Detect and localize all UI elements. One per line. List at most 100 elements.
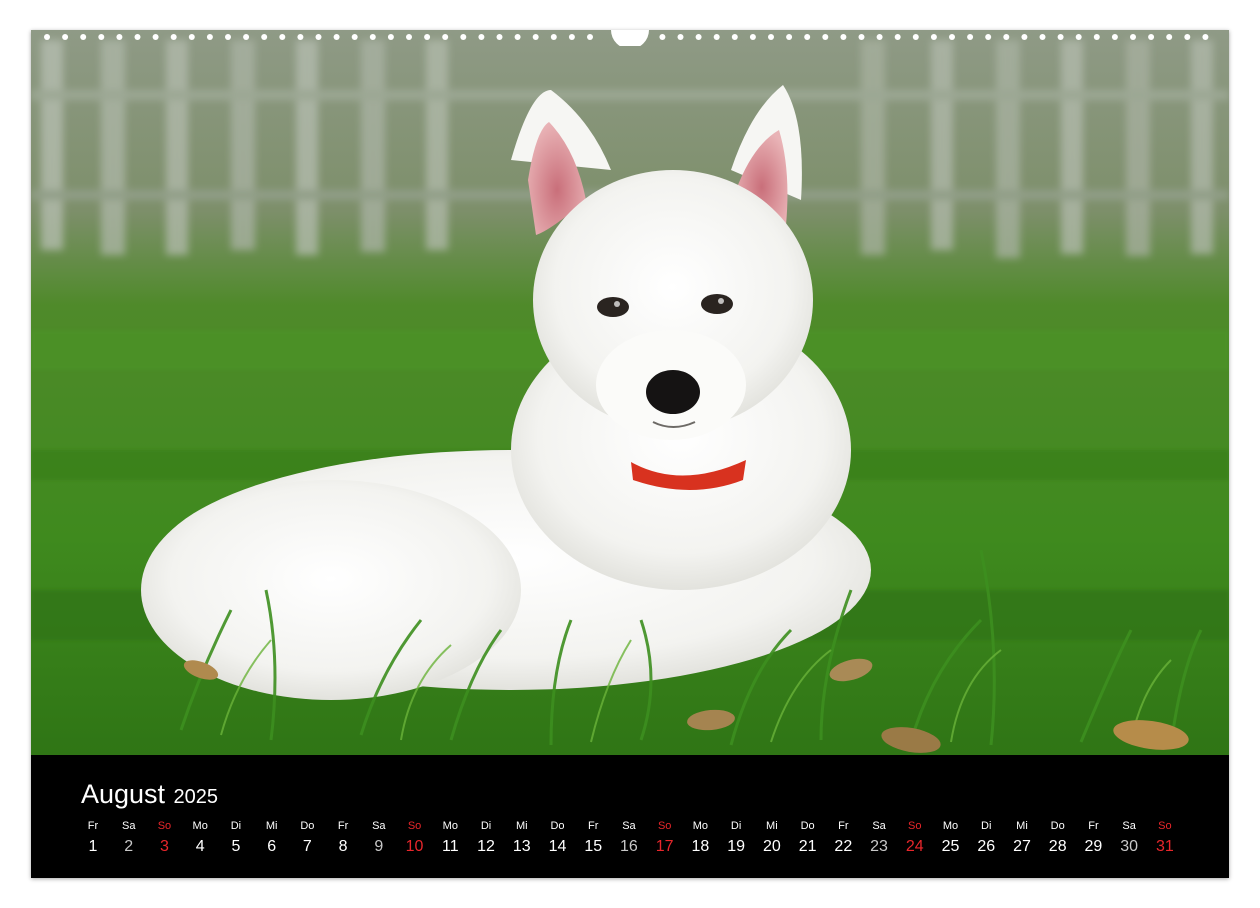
month-name: August: [81, 779, 166, 809]
day-number: 8: [338, 838, 348, 855]
day-cell: Di 19: [718, 819, 754, 857]
day-of-week: Sa: [872, 820, 886, 832]
day-number: 1: [88, 838, 98, 855]
day-number: 20: [762, 838, 781, 855]
day-number: 12: [477, 838, 495, 855]
day-cell: Mi 6: [254, 819, 290, 857]
day-cell: Do 7: [289, 819, 325, 857]
day-number: 3: [160, 838, 169, 855]
day-number: 21: [798, 838, 817, 855]
day-number: 26: [977, 838, 996, 855]
day-number: 14: [548, 838, 567, 855]
day-of-week: Mo: [192, 820, 208, 832]
day-of-week: Fr: [588, 820, 599, 832]
day-number: 5: [231, 838, 241, 855]
day-cell: Do 28: [1040, 819, 1076, 857]
day-of-week: Mo: [942, 820, 959, 832]
calendar-strip: August 2025 Fr 1 Sa 2 So 3 Mo 4 Di 5 Mi 6 Do 7 Fr 8 Sa 9 S…: [31, 755, 1229, 878]
calendar-page: August 2025 Fr 1 Sa 2 So 3 Mo 4 Di 5 Mi 6 Do 7 Fr 8 Sa 9 S…: [31, 30, 1229, 878]
day-of-week: Fr: [87, 820, 99, 832]
day-of-week: Sa: [622, 820, 636, 832]
day-number: 25: [941, 838, 960, 855]
day-of-week: So: [657, 820, 672, 832]
day-cell: Mo 4: [182, 819, 218, 857]
day-of-week: Mi: [1016, 820, 1028, 832]
puppy-illustration: [31, 30, 1229, 755]
day-of-week: Sa: [1122, 820, 1136, 832]
day-of-week: Fr: [838, 820, 849, 832]
day-number: 27: [1013, 838, 1031, 855]
day-cell: Mi 13: [504, 819, 540, 857]
day-cell: Do 14: [539, 819, 575, 857]
day-cell: Fr 22: [825, 819, 861, 857]
day-of-week: Do: [550, 820, 565, 832]
day-number: 6: [267, 838, 277, 855]
day-number: 4: [195, 838, 205, 855]
day-cell: Fr 29: [1075, 819, 1111, 857]
day-cell: Mo 25: [933, 819, 969, 857]
day-of-week: Di: [730, 820, 742, 832]
day-number: 22: [834, 838, 853, 855]
day-of-week: Fr: [1088, 820, 1099, 832]
day-number: 2: [124, 838, 134, 855]
day-cell: So 17: [647, 819, 683, 857]
day-cell: So 24: [897, 819, 933, 857]
day-number: 19: [727, 838, 746, 855]
day-of-week: So: [157, 820, 172, 832]
day-number: 7: [302, 838, 312, 855]
day-number: 9: [374, 838, 384, 855]
day-of-week: So: [1158, 820, 1172, 832]
day-cell: Sa 23: [861, 819, 897, 857]
day-cell: Sa 16: [611, 819, 647, 857]
day-number: 24: [905, 838, 924, 855]
day-cell: Mo 11: [432, 819, 468, 857]
day-number: 28: [1048, 838, 1067, 855]
day-of-week: Mi: [515, 820, 528, 832]
day-of-week: So: [908, 820, 922, 832]
day-of-week: Do: [1050, 820, 1065, 832]
day-of-week: Do: [800, 820, 815, 832]
month-year: 2025: [173, 786, 219, 808]
day-cell: Di 26: [968, 819, 1004, 857]
day-cell: Sa 30: [1111, 819, 1147, 857]
day-of-week: Mi: [265, 820, 278, 832]
day-of-week: Di: [480, 820, 492, 832]
day-number: 18: [691, 838, 710, 855]
day-cell: Di 5: [218, 819, 254, 857]
day-number: 13: [512, 838, 531, 855]
day-number: 29: [1084, 838, 1103, 855]
day-cell: Fr 15: [575, 819, 611, 857]
day-number: 23: [870, 838, 888, 855]
day-cell: So 10: [397, 819, 433, 857]
month-title: August 2025: [81, 779, 218, 810]
day-cell: Mo 18: [682, 819, 718, 857]
day-cell: Fr 1: [75, 819, 111, 857]
day-of-week: Di: [981, 820, 992, 832]
day-cell: Do 21: [790, 819, 826, 857]
day-cell: Sa 2: [111, 819, 147, 857]
day-cell: Sa 9: [361, 819, 397, 857]
day-number: 15: [584, 838, 603, 855]
day-of-week: Fr: [337, 820, 349, 832]
day-of-week: Do: [300, 820, 315, 832]
day-number: 11: [441, 838, 459, 855]
day-cell: Mi 20: [754, 819, 790, 857]
day-number: 10: [405, 838, 424, 855]
day-cell: Fr 8: [325, 819, 361, 857]
day-of-week: Sa: [121, 820, 136, 832]
day-number: 16: [620, 838, 638, 855]
day-cell: So 31: [1147, 819, 1183, 857]
day-of-week: Mo: [692, 820, 709, 832]
day-cell: Di 12: [468, 819, 504, 857]
day-of-week: Mi: [766, 820, 778, 832]
day-of-week: Mo: [442, 820, 458, 832]
day-number: 31: [1155, 838, 1174, 855]
day-number: 17: [655, 838, 674, 855]
day-row: Fr 1 Sa 2 So 3 Mo 4 Di 5 Mi 6 Do 7 Fr 8 Sa 9 So 10 Mo 11 Di 12 M…: [75, 819, 1217, 869]
day-cell: Mi 27: [1004, 819, 1040, 857]
day-number: 30: [1120, 838, 1139, 855]
day-of-week: So: [407, 820, 422, 832]
puppy-photo: [31, 30, 1229, 755]
day-cell: So 3: [146, 819, 182, 857]
day-of-week: Di: [230, 820, 242, 832]
